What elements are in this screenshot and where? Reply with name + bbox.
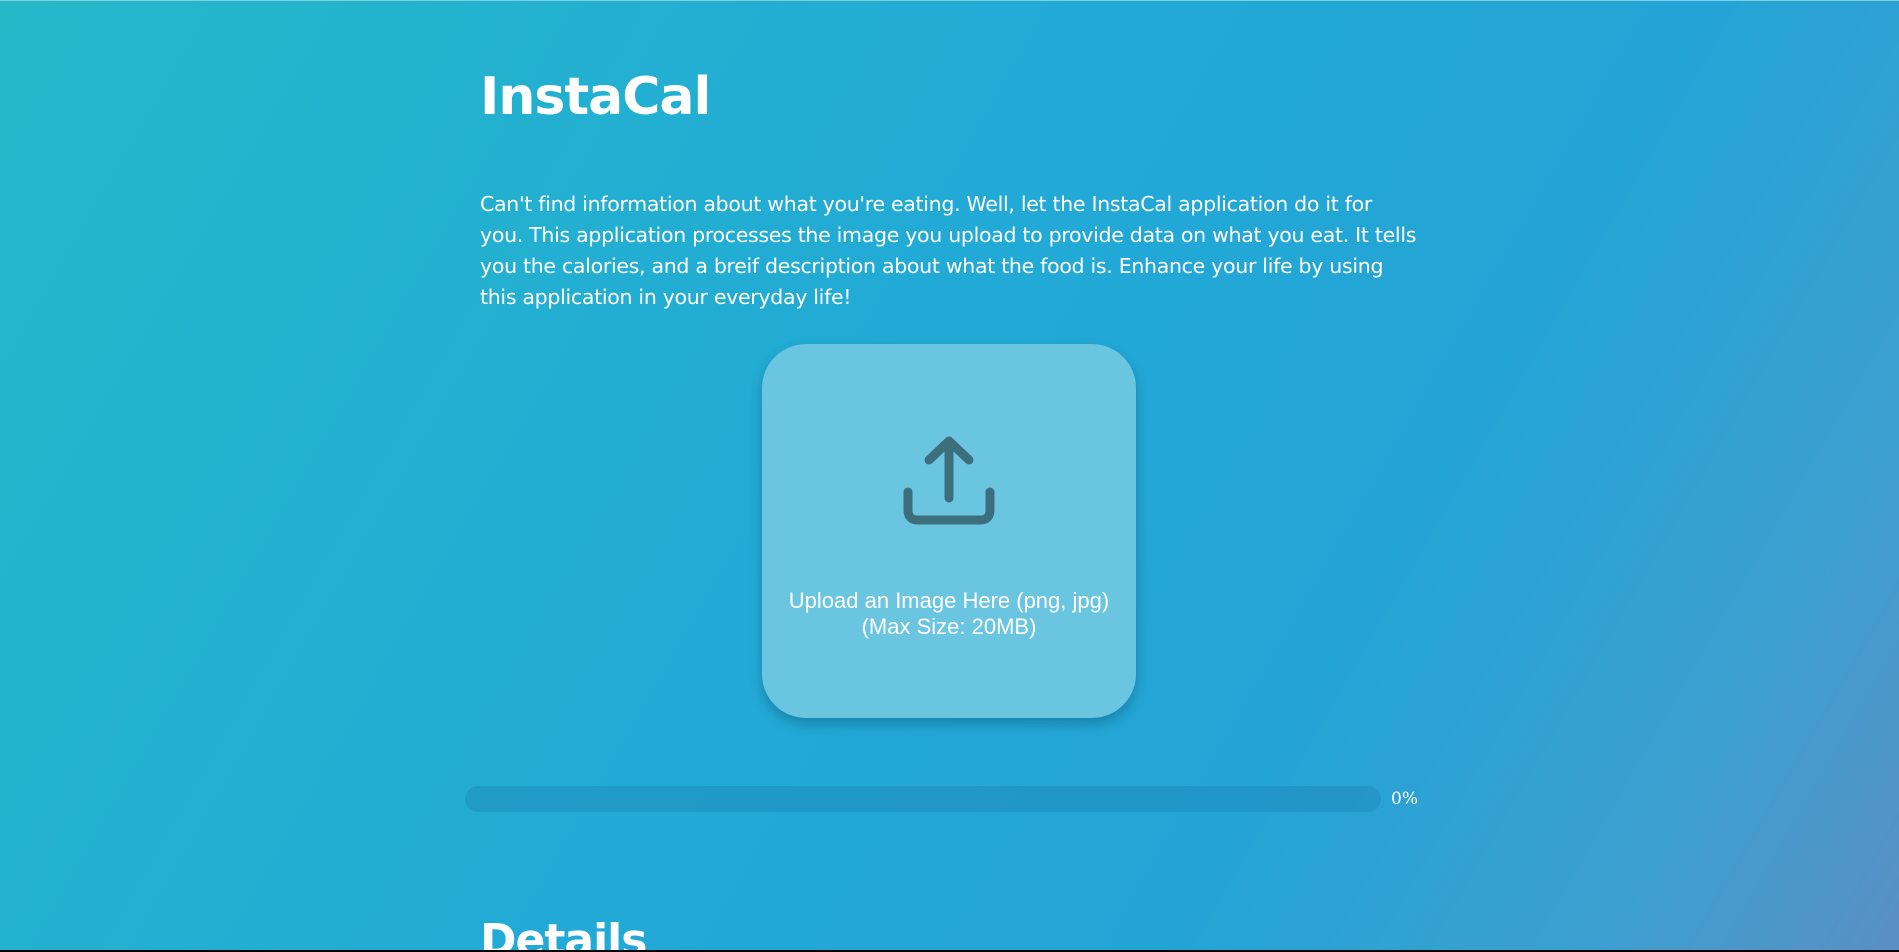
app-description: Can't find information about what you're… (480, 192, 1417, 309)
upload-icon (903, 436, 995, 525)
progress-bar (465, 786, 1381, 812)
progress-percentage: 0% (1391, 789, 1418, 809)
upload-instructions: Upload an Image Here (png, jpg) (Max Siz… (762, 588, 1136, 640)
details-heading: Details (480, 915, 647, 951)
page-viewport: InstaCal Can't find information about wh… (0, 0, 1899, 950)
upload-progress: 0% (465, 786, 1425, 812)
upload-instructions-line1: Upload an Image Here (png, jpg) (788, 588, 1110, 613)
upload-instructions-line2: (Max Size: 20MB) (861, 614, 1037, 639)
page-title: InstaCal (480, 67, 711, 127)
image-upload-dropzone[interactable]: Upload an Image Here (png, jpg) (Max Siz… (762, 344, 1136, 718)
